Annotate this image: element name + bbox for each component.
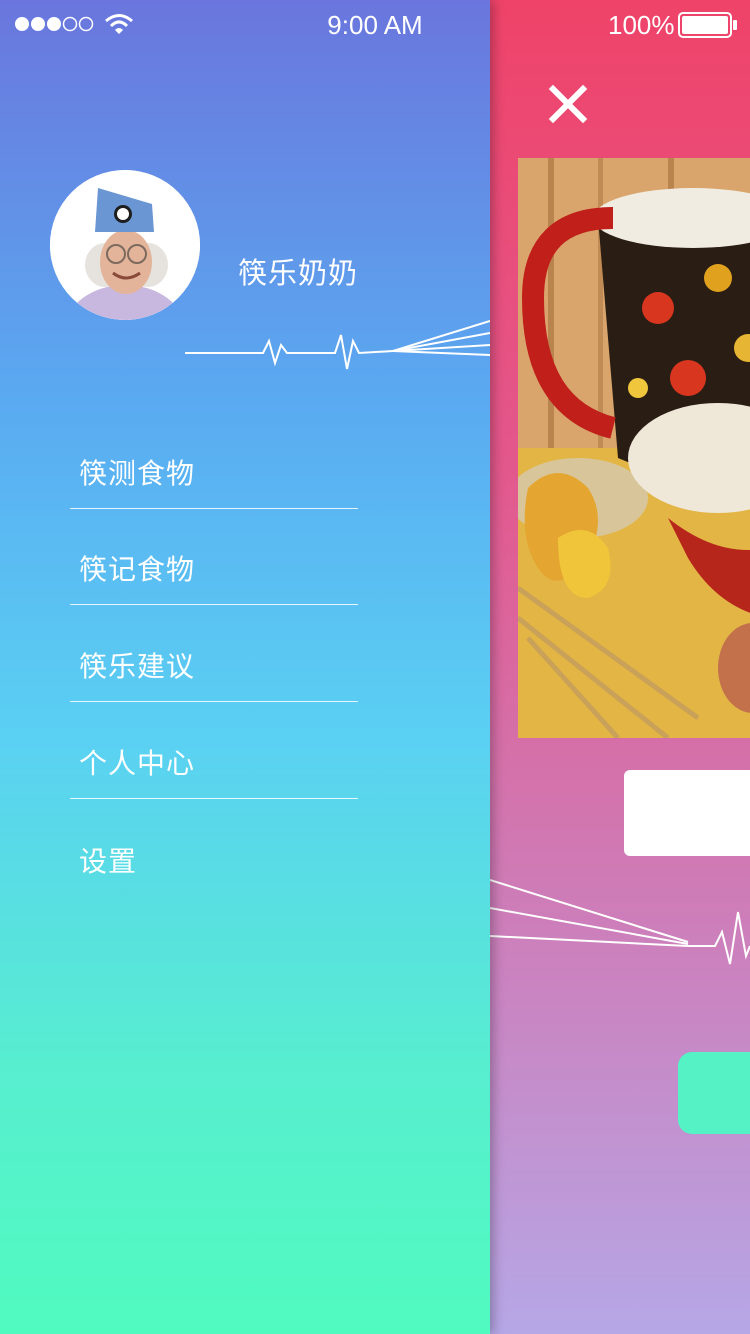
heartbeat-line bbox=[185, 320, 490, 370]
menu-item-label: 个人中心 bbox=[79, 747, 196, 780]
wifi-icon bbox=[105, 14, 133, 34]
battery-percent: 100% bbox=[608, 10, 675, 40]
menu-item-label: 筷乐建议 bbox=[79, 650, 196, 683]
menu-item-food-detect[interactable]: 筷测食物 bbox=[70, 412, 358, 509]
menu-item-label: 设置 bbox=[79, 845, 138, 878]
menu-item-advice[interactable]: 筷乐建议 bbox=[70, 605, 358, 702]
status-time: 9:00 AM bbox=[327, 10, 423, 40]
avatar[interactable] bbox=[50, 170, 200, 320]
menu-item-food-log[interactable]: 筷记食物 bbox=[70, 508, 358, 605]
main-content-panel[interactable] bbox=[490, 0, 750, 1334]
battery-icon bbox=[678, 12, 737, 38]
menu-item-label: 筷测食物 bbox=[79, 457, 196, 490]
menu-item-label: 筷记食物 bbox=[79, 553, 196, 586]
content-card[interactable] bbox=[624, 770, 750, 856]
signal-dots-icon bbox=[15, 16, 94, 32]
close-icon[interactable] bbox=[548, 84, 588, 124]
heartbeat-line bbox=[490, 879, 750, 965]
navigation-drawer: 筷乐奶奶 筷测食物 筷记食物 筷乐建议 个人中心 设置 bbox=[0, 0, 490, 1334]
status-bar: 9:00 AM 100% bbox=[0, 0, 750, 50]
app-screen: 筷乐奶奶 筷测食物 筷记食物 筷乐建议 个人中心 设置 9:00 AM 100% bbox=[0, 0, 750, 1334]
menu-item-profile[interactable]: 个人中心 bbox=[70, 702, 358, 799]
action-button[interactable] bbox=[678, 1052, 750, 1134]
menu-item-settings[interactable]: 设置 bbox=[70, 800, 358, 896]
username: 筷乐奶奶 bbox=[238, 256, 359, 290]
food-photo bbox=[518, 158, 750, 738]
